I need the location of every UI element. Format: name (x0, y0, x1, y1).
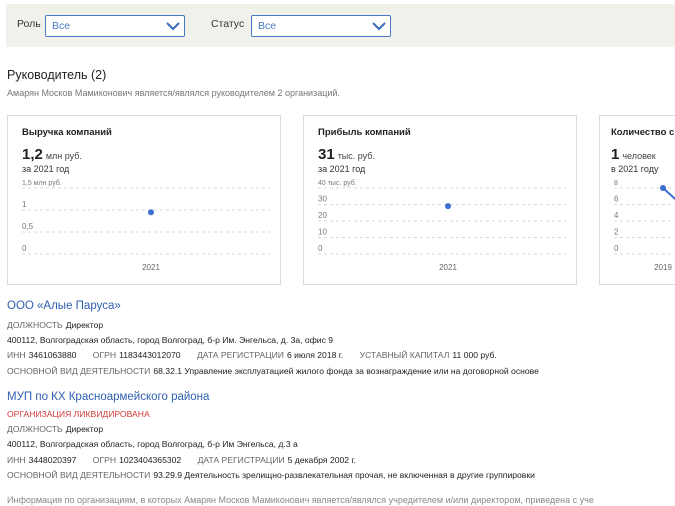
org-address: 400112, Волгоградская область, город Вол… (7, 335, 334, 345)
org-position: ДОЛЖНОСТЬ Директор (7, 320, 104, 330)
footer-note: Информация по организациям, в которых Ам… (7, 495, 594, 505)
data-point (445, 203, 451, 210)
org-address: 400112, Волгоградская область, город Вол… (7, 439, 298, 449)
section-title: Руководитель (2) (7, 68, 107, 82)
y-tick-label: 1,5 млн руб. (22, 179, 62, 187)
y-tick-label: 10 (318, 228, 327, 237)
y-tick-label: 20 (318, 211, 327, 220)
series-line (662, 187, 675, 201)
employees-chart: 8 6 4 2 0 2019 (614, 180, 675, 272)
org-ids: ИНН 3461063880 ОГРН 1183443012070 ДАТА РЕГ… (7, 350, 497, 360)
filter-bar: Роль Все Статус Все (6, 4, 675, 47)
y-tick-label: 40 тыс. руб. (318, 179, 357, 187)
org-activity: ОСНОВНОЙ ВИД ДЕЯТЕЛЬНОСТИ 93.29.9 Деятель… (7, 470, 535, 480)
y-tick-label: 4 (614, 211, 619, 220)
y-tick-label: 8 (614, 180, 618, 187)
data-point (660, 185, 666, 191)
y-tick-label: 1 (22, 200, 27, 209)
x-tick-label: 2021 (142, 263, 160, 272)
x-tick-label: 2021 (439, 263, 457, 272)
role-select-value: Все (52, 20, 71, 32)
status-select[interactable]: Все (251, 15, 391, 37)
y-tick-label: 0 (318, 244, 323, 253)
profit-card: Прибыль компаний 31 тыс. руб. за 2021 год… (303, 115, 577, 285)
chevron-down-icon (166, 22, 180, 31)
role-select[interactable]: Все (45, 15, 185, 37)
x-tick-label: 2019 (654, 263, 672, 272)
y-tick-label: 0 (22, 244, 27, 253)
org-ids: ИНН 3448020397 ОГРН 1023404365302 ДАТА РЕГ… (7, 455, 356, 465)
org-activity: ОСНОВНОЙ ВИД ДЕЯТЕЛЬНОСТИ 68.32.1 Управле… (7, 366, 539, 376)
org-status-badge: ОРГАНИЗАЦИЯ ЛИКВИДИРОВАНА (7, 409, 150, 419)
org-link[interactable]: ООО «Алые Паруса» (7, 300, 121, 312)
data-point (148, 209, 154, 216)
section-subtitle: Амарян Москов Мамиконович является/являл… (7, 88, 340, 98)
chevron-down-icon (372, 22, 386, 31)
org-link[interactable]: МУП по КХ Красноармейского района (7, 391, 209, 403)
revenue-chart: 1,5 млн руб. 1 0,5 0 2021 (22, 179, 270, 272)
employees-card: Количество с 1 человек в 2021 году 864202… (599, 115, 675, 285)
y-tick-label: 30 (318, 195, 327, 204)
profit-chart: 40 тыс. руб. 30 20 10 0 2021 (318, 179, 566, 272)
status-filter-label: Статус (211, 18, 245, 30)
revenue-card: Выручка компаний 1,2 млн руб. за 2021 год… (7, 115, 281, 285)
y-tick-label: 0,5 (22, 222, 34, 231)
role-filter-label: Роль (17, 18, 41, 30)
org-position: ДОЛЖНОСТЬ Директор (7, 424, 104, 434)
status-select-value: Все (258, 20, 277, 32)
y-tick-label: 0 (614, 244, 619, 253)
y-tick-label: 2 (614, 228, 619, 237)
y-tick-label: 6 (614, 195, 619, 204)
